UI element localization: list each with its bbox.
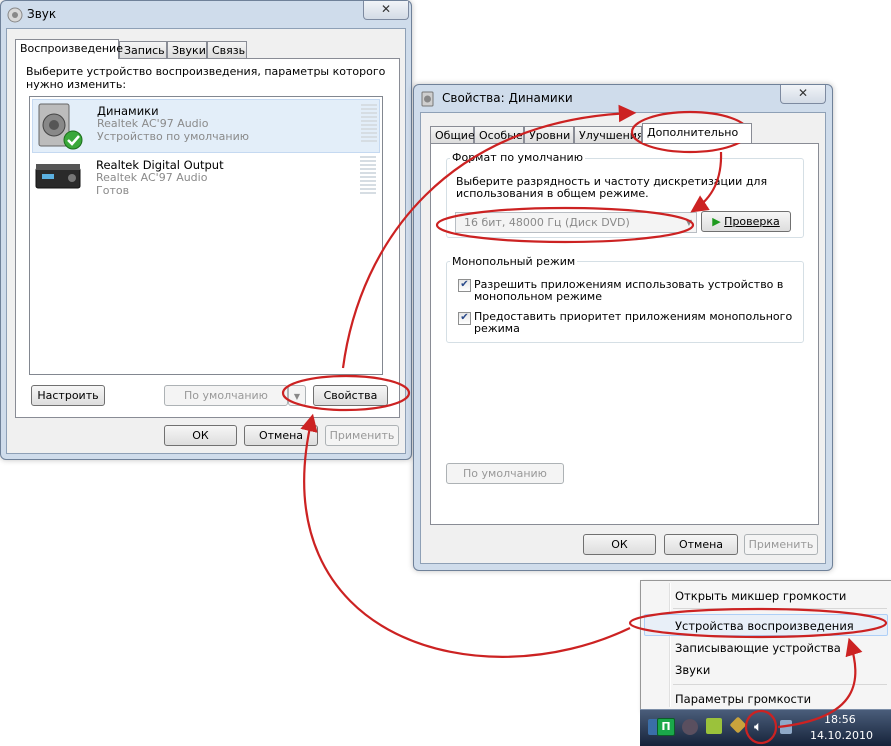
ok-button[interactable]: ОК bbox=[164, 425, 237, 446]
playback-panel: Выберите устройство воспроизведения, пар… bbox=[15, 58, 400, 418]
tab-recording[interactable]: Запись bbox=[119, 41, 167, 58]
tab-advanced[interactable]: Дополнительно bbox=[642, 123, 752, 143]
set-default-button[interactable]: По умолчанию bbox=[164, 385, 288, 406]
chevron-down-icon: ▼ bbox=[685, 218, 692, 227]
sound-dialog-title: Звук bbox=[27, 7, 57, 21]
format-select-value: 16 бит, 48000 Гц (Диск DVD) bbox=[464, 216, 630, 229]
clock-time[interactable]: 18:56 bbox=[824, 713, 856, 726]
advanced-panel: Формат по умолчанию Выберите разрядность… bbox=[430, 143, 819, 525]
apply-button[interactable]: Применить bbox=[744, 534, 818, 555]
properties-dialog: Свойства: Динамики ✕ Общие Особые Уровни… bbox=[413, 84, 833, 571]
speaker-icon bbox=[421, 91, 434, 107]
tab-communications[interactable]: Связь bbox=[207, 41, 247, 58]
tab-enhancements[interactable]: Улучшения bbox=[574, 126, 642, 143]
digital-output-device-icon bbox=[35, 164, 81, 189]
device-item-digital-output[interactable]: Realtek Digital Output Realtek AC'97 Aud… bbox=[32, 154, 378, 200]
volume-level-meter bbox=[361, 104, 377, 144]
restore-defaults-button[interactable]: По умолчанию bbox=[446, 463, 564, 484]
device-list: Динамики Realtek AC'97 Audio Устройство … bbox=[29, 96, 383, 375]
device-driver-digital: Realtek AC'97 Audio bbox=[96, 171, 208, 184]
chevron-down-icon: ▼ bbox=[293, 392, 301, 401]
tab-custom[interactable]: Особые bbox=[474, 126, 524, 143]
test-button[interactable]: ▶ Проверка bbox=[701, 211, 791, 232]
network-tray-icon[interactable] bbox=[729, 716, 747, 734]
ok-button[interactable]: ОК bbox=[583, 534, 656, 555]
allow-exclusive-checkbox[interactable]: ✔ bbox=[458, 279, 471, 292]
menu-item-playback-devices[interactable]: Устройства воспроизведения bbox=[675, 619, 854, 633]
properties-dialog-title: Свойства: Динамики bbox=[442, 91, 573, 105]
tab-general[interactable]: Общие bbox=[430, 126, 475, 143]
configure-button[interactable]: Настроить bbox=[31, 385, 105, 406]
priority-exclusive-line-2: режима bbox=[474, 322, 520, 335]
menu-item-open-mixer[interactable]: Открыть микшер громкости bbox=[675, 589, 846, 603]
play-icon: ▶ bbox=[712, 215, 721, 228]
default-format-label: Формат по умолчанию bbox=[450, 151, 585, 164]
device-status-speakers: Устройство по умолчанию bbox=[97, 130, 250, 143]
format-select[interactable]: 16 бит, 48000 Гц (Диск DVD) ▼ bbox=[455, 212, 697, 233]
device-name-speakers: Динамики bbox=[97, 104, 159, 118]
volume-context-menu: Открыть микшер громкости Устройства восп… bbox=[640, 580, 891, 711]
properties-dialog-titlebar[interactable]: Свойства: Динамики ✕ bbox=[414, 85, 832, 111]
exclusive-mode-label: Монопольный режим bbox=[450, 255, 578, 268]
priority-exclusive-line-1: Предоставить приоритет приложениям моноп… bbox=[474, 310, 793, 323]
device-name-digital: Realtek Digital Output bbox=[96, 158, 224, 172]
menu-item-sounds[interactable]: Звуки bbox=[675, 663, 710, 677]
cancel-button[interactable]: Отмена bbox=[244, 425, 318, 446]
network-tray-icon[interactable] bbox=[780, 720, 792, 734]
format-desc-line-2: использования в общем режиме. bbox=[456, 187, 649, 200]
app-tray-icon[interactable] bbox=[682, 719, 698, 735]
taskbar-tray: П 🔈︎ 18:56 14.10.2010 bbox=[640, 709, 891, 746]
menu-item-recording-devices[interactable]: Записывающие устройства bbox=[675, 641, 841, 655]
sound-dialog: Звук ✕ Воспроизведение Запись Звуки Связ… bbox=[0, 0, 412, 460]
apply-button[interactable]: Применить bbox=[325, 425, 399, 446]
cancel-button[interactable]: Отмена bbox=[664, 534, 738, 555]
device-item-speakers[interactable]: Динамики Realtek AC'97 Audio Устройство … bbox=[32, 99, 380, 153]
properties-dialog-client: Общие Особые Уровни Улучшения Дополнител… bbox=[420, 112, 826, 564]
priority-exclusive-checkbox[interactable]: ✔ bbox=[458, 312, 471, 325]
clock-date[interactable]: 14.10.2010 bbox=[810, 729, 873, 742]
menu-item-volume-settings[interactable]: Параметры громкости bbox=[675, 692, 811, 706]
device-driver-speakers: Realtek AC'97 Audio bbox=[97, 117, 209, 130]
menu-separator bbox=[673, 684, 887, 685]
sound-dialog-titlebar[interactable]: Звук ✕ bbox=[1, 1, 411, 27]
properties-button[interactable]: Свойства bbox=[313, 385, 388, 406]
warning-tray-icon[interactable] bbox=[706, 718, 722, 734]
set-default-dropdown[interactable]: ▼ bbox=[288, 385, 306, 406]
close-button[interactable]: ✕ bbox=[363, 1, 409, 20]
tab-sounds[interactable]: Звуки bbox=[167, 41, 207, 58]
tracker-tray-icon[interactable]: П bbox=[657, 718, 675, 736]
volume-tray-icon[interactable]: 🔈︎ bbox=[754, 718, 774, 736]
sound-dialog-client: Воспроизведение Запись Звуки Связь Выбер… bbox=[6, 28, 406, 454]
tab-levels[interactable]: Уровни bbox=[524, 126, 574, 143]
close-button[interactable]: ✕ bbox=[780, 85, 826, 104]
device-status-digital: Готов bbox=[96, 184, 130, 197]
menu-icon-gutter bbox=[669, 583, 671, 707]
test-button-label: Проверка bbox=[724, 215, 780, 228]
speakers-device-icon bbox=[38, 103, 83, 150]
menu-separator bbox=[673, 608, 887, 609]
speaker-icon bbox=[7, 7, 23, 23]
instruction-line-1: Выберите устройство воспроизведения, пар… bbox=[26, 65, 386, 78]
allow-exclusive-line-2: монопольном режиме bbox=[474, 290, 602, 303]
instruction-line-2: нужно изменить: bbox=[26, 78, 127, 91]
volume-level-meter bbox=[360, 156, 376, 196]
tab-playback[interactable]: Воспроизведение bbox=[15, 39, 123, 59]
